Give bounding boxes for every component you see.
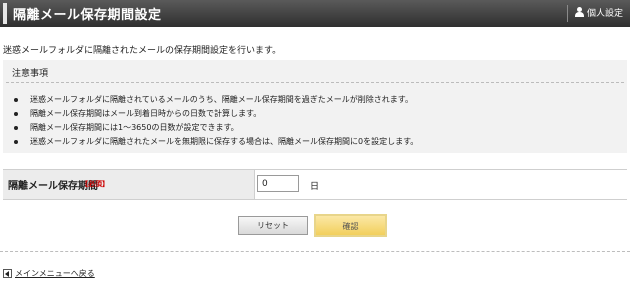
- notice-box: 注意事項 迷惑メールフォルダに隔離されているメールのうち、隔離メール保存期間を過…: [3, 60, 627, 153]
- notice-heading: 注意事項: [12, 69, 49, 79]
- header-separator: [567, 5, 568, 22]
- title-bar: 隔離メール保存期間設定 個人設定: [0, 0, 630, 27]
- notice-list: 迷惑メールフォルダに隔離されているメールのうち、隔離メール保存期間を過ぎたメール…: [14, 93, 418, 149]
- bullet-icon: [14, 140, 18, 144]
- back-to-menu[interactable]: メインメニューへ戻る: [3, 268, 95, 279]
- bullet-icon: [14, 126, 18, 130]
- retention-period-row: 隔離メール保存期間 【必須】 日: [3, 169, 627, 200]
- back-to-menu-link[interactable]: メインメニューへ戻る: [15, 268, 95, 279]
- personal-settings-link[interactable]: 個人設定: [574, 6, 623, 19]
- notice-item: 迷惑メールフォルダに隔離されたメールを無期限に保存する場合は、隔離メール保存期間…: [14, 135, 418, 149]
- bullet-icon: [14, 98, 18, 102]
- required-badge: 【必須】: [81, 180, 109, 188]
- notice-item: 迷惑メールフォルダに隔離されているメールのうち、隔離メール保存期間を過ぎたメール…: [14, 93, 418, 107]
- notice-item: 隔離メール保存期間には1～3650の日数が設定できます。: [14, 121, 418, 135]
- confirm-button[interactable]: 確認: [314, 214, 387, 237]
- days-unit-label: 日: [310, 182, 320, 192]
- notice-item: 隔離メール保存期間はメール到着日時からの日数で計算します。: [14, 107, 418, 121]
- person-icon: [574, 7, 584, 18]
- bullet-icon: [14, 112, 18, 116]
- notice-divider: [6, 82, 624, 83]
- back-arrow-icon: [3, 269, 12, 278]
- page-title: 隔離メール保存期間設定: [13, 8, 162, 23]
- page-description: 迷惑メールフォルダに隔離されたメールの保存期間設定を行います。: [3, 46, 282, 56]
- footer-divider: [0, 251, 630, 252]
- personal-settings-label: 個人設定: [587, 9, 624, 19]
- title-accent-bar: [3, 3, 7, 24]
- retention-period-input[interactable]: [257, 175, 299, 192]
- field-label-cell: 隔離メール保存期間 【必須】: [3, 170, 255, 199]
- reset-button[interactable]: リセット: [238, 216, 308, 235]
